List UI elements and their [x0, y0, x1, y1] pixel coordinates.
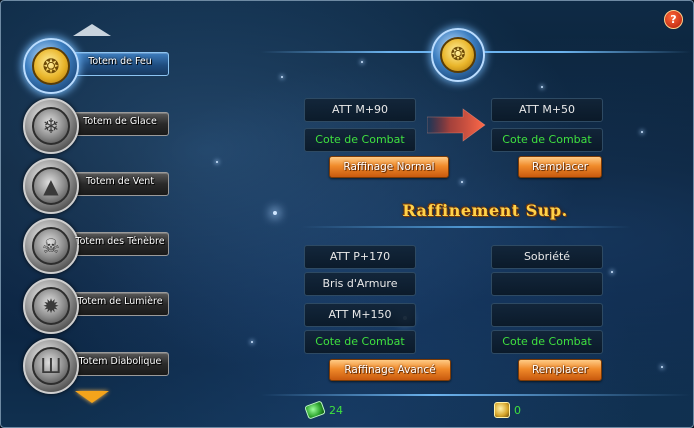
- sidebar-item-label: Totem de Lumière: [77, 296, 163, 307]
- gem-count: 24: [329, 404, 343, 417]
- advanced-result-rating: Cote de Combat: [491, 330, 603, 354]
- star-decoration: [661, 366, 663, 368]
- sidebar-item-totem-de-feu[interactable]: ❂ Totem de Feu: [23, 38, 169, 94]
- normal-result-rating: Cote de Combat: [491, 128, 603, 152]
- sidebar-item-totem-de-vent[interactable]: ▲ Totem de Vent: [23, 158, 169, 214]
- advanced-current-rating: Cote de Combat: [304, 330, 416, 354]
- advanced-current-line3: ATT M+150: [304, 303, 416, 327]
- advanced-replace-button[interactable]: Remplacer: [518, 359, 602, 381]
- normal-result-stat: ATT M+50: [491, 98, 603, 122]
- sidebar-item-label: Totem de Glace: [83, 116, 157, 127]
- normal-current-stat: ATT M+90: [304, 98, 416, 122]
- advanced-section-title: Raffinement Sup.: [402, 201, 568, 220]
- advanced-result-line1: Sobriété: [491, 245, 603, 269]
- gold-item-icon: [494, 402, 510, 418]
- normal-current-rating: Cote de Combat: [304, 128, 416, 152]
- gold-count: 0: [514, 404, 521, 417]
- sidebar-item-totem-de-glace[interactable]: ❄ Totem de Glace: [23, 98, 169, 154]
- normal-replace-button[interactable]: Remplacer: [518, 156, 602, 178]
- sidebar-item-totem-diabolique[interactable]: Ш Totem Diabolique: [23, 338, 169, 394]
- scroll-down-arrow-icon[interactable]: [75, 391, 109, 403]
- green-gem-icon: [304, 400, 326, 420]
- star-decoration: [641, 131, 643, 133]
- section-divider: [301, 226, 631, 228]
- star-decoration: [251, 341, 253, 343]
- normal-refine-button[interactable]: Raffinage Normal: [329, 156, 449, 178]
- star-decoration: [361, 61, 363, 63]
- help-button[interactable]: ?: [664, 10, 683, 29]
- refinement-window: ? ❂ Totem de Feu ❄ Totem de Glace ▲ Tote…: [0, 0, 694, 428]
- sidebar-item-label: Totem de Feu: [88, 56, 152, 67]
- sidebar-item-label: Totem des Ténèbre: [75, 236, 165, 247]
- sidebar-item-label: Totem Diabolique: [78, 356, 162, 367]
- sidebar-item-label: Totem de Vent: [85, 176, 155, 187]
- sidebar-item-totem-des-tenebre[interactable]: ☠ Totem des Ténèbre: [23, 218, 169, 274]
- bottom-divider: [261, 394, 691, 396]
- advanced-result-line3: [491, 303, 603, 327]
- selected-totem-emblem-icon: ❂: [431, 28, 485, 82]
- star-decoration: [541, 86, 543, 88]
- star-decoration: [611, 271, 613, 273]
- advanced-refine-button[interactable]: Raffinage Avancé: [329, 359, 451, 381]
- result-arrow-icon: [427, 108, 486, 142]
- advanced-current-line1: ATT P+170: [304, 245, 416, 269]
- sidebar-item-totem-de-lumiere[interactable]: ✹ Totem de Lumière: [23, 278, 169, 334]
- star-decoration: [273, 211, 277, 215]
- star-decoration: [216, 161, 218, 163]
- star-decoration: [461, 181, 463, 183]
- advanced-current-line2: Bris d'Armure: [304, 272, 416, 296]
- advanced-result-line2: [491, 272, 603, 296]
- scroll-up-arrow-icon[interactable]: [73, 24, 111, 36]
- star-decoration: [281, 76, 283, 78]
